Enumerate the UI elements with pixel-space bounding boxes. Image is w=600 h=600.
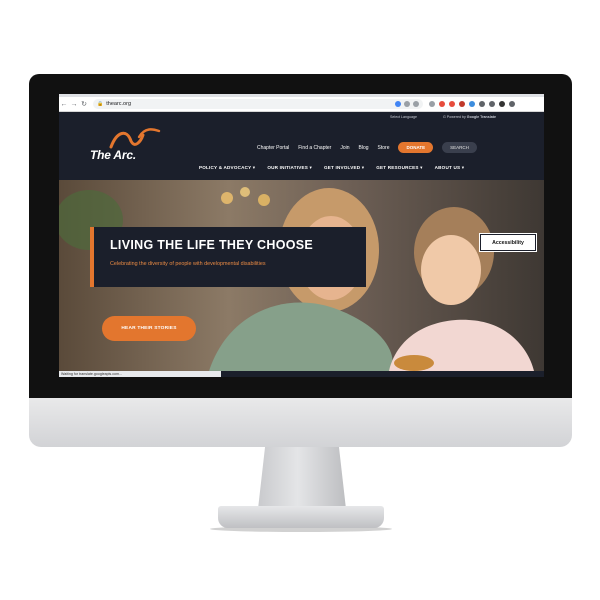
nav-get-resources[interactable]: GET RESOURCES ▾ xyxy=(376,165,422,171)
google-translate-icon[interactable] xyxy=(395,101,401,107)
main-nav: POLICY & ADVOCACY ▾ OUR INITIATIVES ▾ GE… xyxy=(199,165,464,171)
monitor-chin xyxy=(29,398,572,447)
extension-icon-2[interactable] xyxy=(439,101,445,107)
nav-store[interactable]: Store xyxy=(378,145,390,151)
puzzle-icon[interactable] xyxy=(479,101,485,107)
monitor-stand-neck xyxy=(258,447,346,509)
hero-subline: Celebrating the diversity of people with… xyxy=(110,261,266,267)
nav-policy-advocacy[interactable]: POLICY & ADVOCACY ▾ xyxy=(199,165,255,171)
nav-blog[interactable]: Blog xyxy=(359,145,369,151)
reload-icon[interactable]: ↻ xyxy=(79,100,89,108)
share-icon[interactable] xyxy=(404,101,410,107)
address-bar[interactable]: 🔒 thearc.org xyxy=(93,99,423,109)
back-icon[interactable]: ← xyxy=(59,101,69,108)
donate-button[interactable]: DONATE xyxy=(398,142,434,153)
extensions-bar xyxy=(429,101,515,107)
browser-toolbar: ← → ↻ 🔒 thearc.org xyxy=(59,97,544,112)
lock-icon: 🔒 xyxy=(97,101,104,107)
sidebar-icon[interactable] xyxy=(489,101,495,107)
site-header: The Arc. Chapter Portal Find a Chapter J… xyxy=(59,122,544,178)
hero-image: LIVING THE LIFE THEY CHOOSE Celebrating … xyxy=(59,180,544,371)
nav-get-involved[interactable]: GET INVOLVED ▾ xyxy=(324,165,364,171)
avatar[interactable] xyxy=(499,101,505,107)
extension-icon-1[interactable] xyxy=(429,101,435,107)
google-g-icon: G xyxy=(443,115,446,119)
monitor-screen: ← → ↻ 🔒 thearc.org Select Language G Pow… xyxy=(59,94,544,377)
url-text: thearc.org xyxy=(106,101,131,107)
hero-headline: LIVING THE LIFE THEY CHOOSE xyxy=(110,238,314,252)
bookmark-star-icon[interactable] xyxy=(413,101,419,107)
forward-icon[interactable]: → xyxy=(69,101,79,108)
logo-text[interactable]: The Arc. xyxy=(90,148,136,162)
nav-chapter-portal[interactable]: Chapter Portal xyxy=(257,145,289,151)
search-button[interactable]: SEARCH xyxy=(442,142,477,153)
hero-content: LIVING THE LIFE THEY CHOOSE Celebrating … xyxy=(59,180,544,371)
browser-status-bar: Waiting for translate.googleapis.com... xyxy=(59,371,221,377)
monitor-stand-base xyxy=(218,506,384,528)
select-language[interactable]: Select Language xyxy=(390,115,417,119)
nav-our-initiatives[interactable]: OUR INITIATIVES ▾ xyxy=(267,165,312,171)
extension-icon-3[interactable] xyxy=(449,101,455,107)
extension-icon-4[interactable] xyxy=(459,101,465,107)
nav-join[interactable]: Join xyxy=(340,145,349,151)
nav-about-us[interactable]: ABOUT US ▾ xyxy=(435,165,465,171)
hear-their-stories-button[interactable]: HEAR THEIR STORIES xyxy=(102,316,196,341)
extension-icon-5[interactable] xyxy=(469,101,475,107)
language-bar: Select Language G Powered by Google Tran… xyxy=(59,112,544,122)
kebab-menu-icon[interactable] xyxy=(509,101,515,107)
utility-nav: Chapter Portal Find a Chapter Join Blog … xyxy=(257,142,477,153)
accessibility-button[interactable]: Accessibility xyxy=(479,233,537,252)
nav-find-a-chapter[interactable]: Find a Chapter xyxy=(298,145,331,151)
arc-logo-icon[interactable] xyxy=(109,127,161,149)
powered-by: G Powered by Google Translate xyxy=(443,115,496,119)
headline-card: LIVING THE LIFE THEY CHOOSE Celebrating … xyxy=(90,227,366,287)
